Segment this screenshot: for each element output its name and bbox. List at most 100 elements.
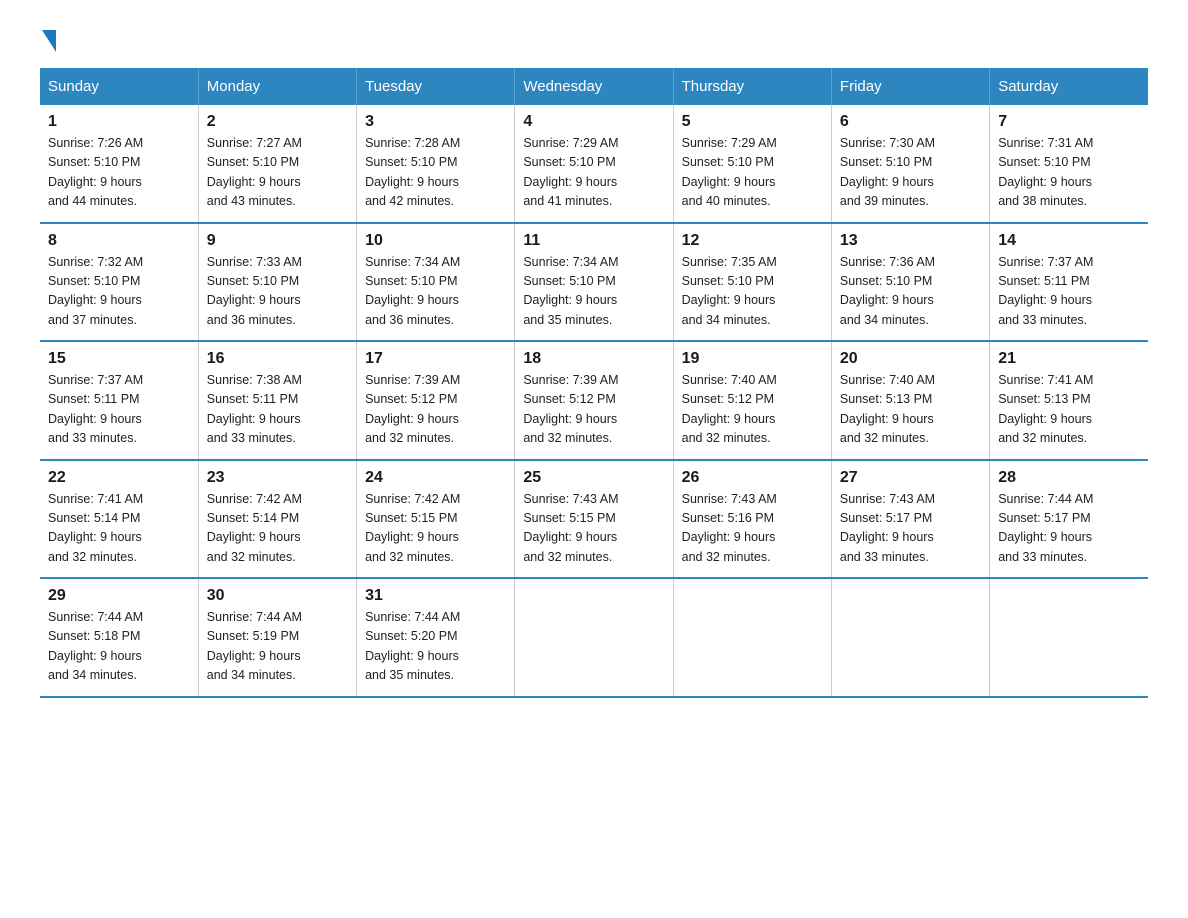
header-thursday: Thursday	[673, 68, 831, 105]
calendar-cell: 6 Sunrise: 7:30 AMSunset: 5:10 PMDayligh…	[831, 105, 989, 223]
day-number: 13	[840, 232, 981, 250]
day-number: 1	[48, 113, 190, 131]
calendar-cell	[990, 578, 1148, 697]
day-number: 29	[48, 587, 190, 605]
day-number: 18	[523, 350, 664, 368]
calendar-cell: 2 Sunrise: 7:27 AMSunset: 5:10 PMDayligh…	[198, 105, 356, 223]
day-info: Sunrise: 7:27 AMSunset: 5:10 PMDaylight:…	[207, 136, 302, 208]
day-number: 17	[365, 350, 506, 368]
calendar-cell: 10 Sunrise: 7:34 AMSunset: 5:10 PMDaylig…	[357, 223, 515, 342]
day-info: Sunrise: 7:37 AMSunset: 5:11 PMDaylight:…	[998, 255, 1093, 327]
day-number: 19	[682, 350, 823, 368]
calendar-cell: 17 Sunrise: 7:39 AMSunset: 5:12 PMDaylig…	[357, 341, 515, 460]
calendar-cell	[831, 578, 989, 697]
calendar-cell: 24 Sunrise: 7:42 AMSunset: 5:15 PMDaylig…	[357, 460, 515, 579]
day-info: Sunrise: 7:43 AMSunset: 5:16 PMDaylight:…	[682, 492, 777, 564]
calendar-cell: 27 Sunrise: 7:43 AMSunset: 5:17 PMDaylig…	[831, 460, 989, 579]
calendar-week-row: 8 Sunrise: 7:32 AMSunset: 5:10 PMDayligh…	[40, 223, 1148, 342]
day-number: 21	[998, 350, 1140, 368]
day-info: Sunrise: 7:30 AMSunset: 5:10 PMDaylight:…	[840, 136, 935, 208]
day-number: 25	[523, 469, 664, 487]
calendar-week-row: 29 Sunrise: 7:44 AMSunset: 5:18 PMDaylig…	[40, 578, 1148, 697]
day-number: 30	[207, 587, 348, 605]
calendar-cell: 25 Sunrise: 7:43 AMSunset: 5:15 PMDaylig…	[515, 460, 673, 579]
calendar-cell: 12 Sunrise: 7:35 AMSunset: 5:10 PMDaylig…	[673, 223, 831, 342]
logo	[40, 30, 58, 48]
day-number: 8	[48, 232, 190, 250]
calendar-cell: 23 Sunrise: 7:42 AMSunset: 5:14 PMDaylig…	[198, 460, 356, 579]
day-number: 22	[48, 469, 190, 487]
calendar-week-row: 15 Sunrise: 7:37 AMSunset: 5:11 PMDaylig…	[40, 341, 1148, 460]
calendar-cell: 15 Sunrise: 7:37 AMSunset: 5:11 PMDaylig…	[40, 341, 198, 460]
calendar-cell: 5 Sunrise: 7:29 AMSunset: 5:10 PMDayligh…	[673, 105, 831, 223]
header-tuesday: Tuesday	[357, 68, 515, 105]
day-info: Sunrise: 7:44 AMSunset: 5:19 PMDaylight:…	[207, 610, 302, 682]
day-number: 31	[365, 587, 506, 605]
day-info: Sunrise: 7:29 AMSunset: 5:10 PMDaylight:…	[523, 136, 618, 208]
day-number: 24	[365, 469, 506, 487]
header-monday: Monday	[198, 68, 356, 105]
calendar-cell	[673, 578, 831, 697]
calendar-cell	[515, 578, 673, 697]
day-number: 12	[682, 232, 823, 250]
header-saturday: Saturday	[990, 68, 1148, 105]
calendar-cell: 9 Sunrise: 7:33 AMSunset: 5:10 PMDayligh…	[198, 223, 356, 342]
calendar-cell: 19 Sunrise: 7:40 AMSunset: 5:12 PMDaylig…	[673, 341, 831, 460]
calendar-header-row: SundayMondayTuesdayWednesdayThursdayFrid…	[40, 68, 1148, 105]
header	[40, 30, 1148, 48]
day-info: Sunrise: 7:35 AMSunset: 5:10 PMDaylight:…	[682, 255, 777, 327]
day-number: 15	[48, 350, 190, 368]
calendar-cell: 1 Sunrise: 7:26 AMSunset: 5:10 PMDayligh…	[40, 105, 198, 223]
calendar-cell: 11 Sunrise: 7:34 AMSunset: 5:10 PMDaylig…	[515, 223, 673, 342]
calendar-week-row: 22 Sunrise: 7:41 AMSunset: 5:14 PMDaylig…	[40, 460, 1148, 579]
day-info: Sunrise: 7:43 AMSunset: 5:17 PMDaylight:…	[840, 492, 935, 564]
day-info: Sunrise: 7:40 AMSunset: 5:13 PMDaylight:…	[840, 373, 935, 445]
day-number: 9	[207, 232, 348, 250]
day-info: Sunrise: 7:39 AMSunset: 5:12 PMDaylight:…	[523, 373, 618, 445]
day-number: 2	[207, 113, 348, 131]
day-number: 23	[207, 469, 348, 487]
calendar-cell: 29 Sunrise: 7:44 AMSunset: 5:18 PMDaylig…	[40, 578, 198, 697]
day-info: Sunrise: 7:44 AMSunset: 5:18 PMDaylight:…	[48, 610, 143, 682]
header-wednesday: Wednesday	[515, 68, 673, 105]
calendar-cell: 30 Sunrise: 7:44 AMSunset: 5:19 PMDaylig…	[198, 578, 356, 697]
calendar-cell: 16 Sunrise: 7:38 AMSunset: 5:11 PMDaylig…	[198, 341, 356, 460]
day-info: Sunrise: 7:42 AMSunset: 5:15 PMDaylight:…	[365, 492, 460, 564]
day-number: 20	[840, 350, 981, 368]
day-info: Sunrise: 7:32 AMSunset: 5:10 PMDaylight:…	[48, 255, 143, 327]
day-info: Sunrise: 7:28 AMSunset: 5:10 PMDaylight:…	[365, 136, 460, 208]
calendar-cell: 7 Sunrise: 7:31 AMSunset: 5:10 PMDayligh…	[990, 105, 1148, 223]
calendar-week-row: 1 Sunrise: 7:26 AMSunset: 5:10 PMDayligh…	[40, 105, 1148, 223]
calendar-cell: 18 Sunrise: 7:39 AMSunset: 5:12 PMDaylig…	[515, 341, 673, 460]
header-sunday: Sunday	[40, 68, 198, 105]
calendar-cell: 13 Sunrise: 7:36 AMSunset: 5:10 PMDaylig…	[831, 223, 989, 342]
day-info: Sunrise: 7:33 AMSunset: 5:10 PMDaylight:…	[207, 255, 302, 327]
day-number: 28	[998, 469, 1140, 487]
day-info: Sunrise: 7:29 AMSunset: 5:10 PMDaylight:…	[682, 136, 777, 208]
day-info: Sunrise: 7:42 AMSunset: 5:14 PMDaylight:…	[207, 492, 302, 564]
calendar-cell: 22 Sunrise: 7:41 AMSunset: 5:14 PMDaylig…	[40, 460, 198, 579]
calendar-cell: 8 Sunrise: 7:32 AMSunset: 5:10 PMDayligh…	[40, 223, 198, 342]
day-number: 4	[523, 113, 664, 131]
day-info: Sunrise: 7:31 AMSunset: 5:10 PMDaylight:…	[998, 136, 1093, 208]
day-number: 11	[523, 232, 664, 250]
day-info: Sunrise: 7:41 AMSunset: 5:14 PMDaylight:…	[48, 492, 143, 564]
day-number: 14	[998, 232, 1140, 250]
day-number: 3	[365, 113, 506, 131]
calendar-cell: 3 Sunrise: 7:28 AMSunset: 5:10 PMDayligh…	[357, 105, 515, 223]
calendar-cell: 20 Sunrise: 7:40 AMSunset: 5:13 PMDaylig…	[831, 341, 989, 460]
day-info: Sunrise: 7:41 AMSunset: 5:13 PMDaylight:…	[998, 373, 1093, 445]
day-info: Sunrise: 7:26 AMSunset: 5:10 PMDaylight:…	[48, 136, 143, 208]
day-number: 7	[998, 113, 1140, 131]
day-info: Sunrise: 7:40 AMSunset: 5:12 PMDaylight:…	[682, 373, 777, 445]
day-number: 6	[840, 113, 981, 131]
calendar-cell: 4 Sunrise: 7:29 AMSunset: 5:10 PMDayligh…	[515, 105, 673, 223]
day-info: Sunrise: 7:38 AMSunset: 5:11 PMDaylight:…	[207, 373, 302, 445]
day-info: Sunrise: 7:34 AMSunset: 5:10 PMDaylight:…	[365, 255, 460, 327]
day-info: Sunrise: 7:37 AMSunset: 5:11 PMDaylight:…	[48, 373, 143, 445]
calendar-cell: 28 Sunrise: 7:44 AMSunset: 5:17 PMDaylig…	[990, 460, 1148, 579]
calendar-table: SundayMondayTuesdayWednesdayThursdayFrid…	[40, 68, 1148, 698]
header-friday: Friday	[831, 68, 989, 105]
day-number: 10	[365, 232, 506, 250]
day-number: 27	[840, 469, 981, 487]
